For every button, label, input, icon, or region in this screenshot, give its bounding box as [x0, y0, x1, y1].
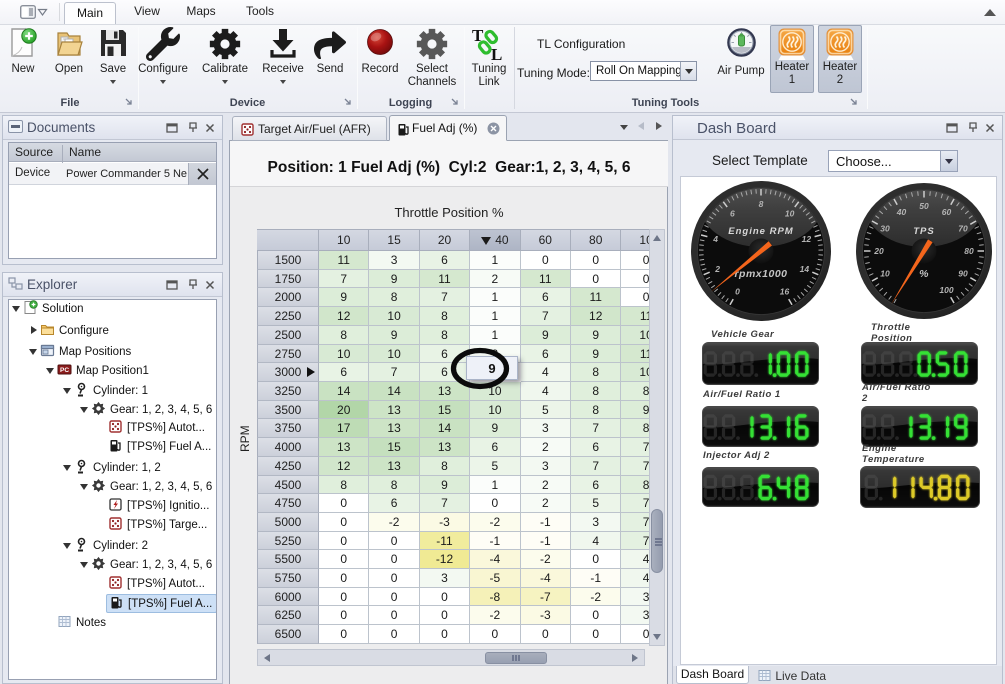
svg-text:10: 10: [880, 269, 890, 279]
svg-text:20: 20: [873, 246, 884, 256]
svg-text:100: 100: [939, 285, 953, 295]
svg-text:8: 8: [759, 199, 764, 209]
svg-text:Engine RPM: Engine RPM: [728, 226, 794, 237]
svg-text:40: 40: [896, 207, 907, 217]
svg-text:10: 10: [785, 209, 795, 219]
svg-text:90: 90: [958, 269, 968, 279]
svg-text:80: 80: [964, 246, 974, 256]
svg-text:TPS: TPS: [913, 226, 934, 237]
svg-text:60: 60: [942, 207, 952, 217]
svg-text:rpmx1000: rpmx1000: [734, 268, 787, 280]
svg-text:50: 50: [919, 201, 929, 211]
svg-text:4: 4: [712, 234, 718, 244]
svg-text:2: 2: [714, 264, 720, 274]
svg-text:6: 6: [730, 209, 735, 219]
svg-text:70: 70: [958, 224, 968, 234]
svg-text:14: 14: [800, 264, 810, 274]
svg-text:%: %: [919, 268, 929, 280]
svg-text:0: 0: [735, 287, 740, 297]
svg-text:30: 30: [880, 224, 890, 234]
svg-text:16: 16: [780, 287, 790, 297]
svg-text:12: 12: [802, 234, 812, 244]
